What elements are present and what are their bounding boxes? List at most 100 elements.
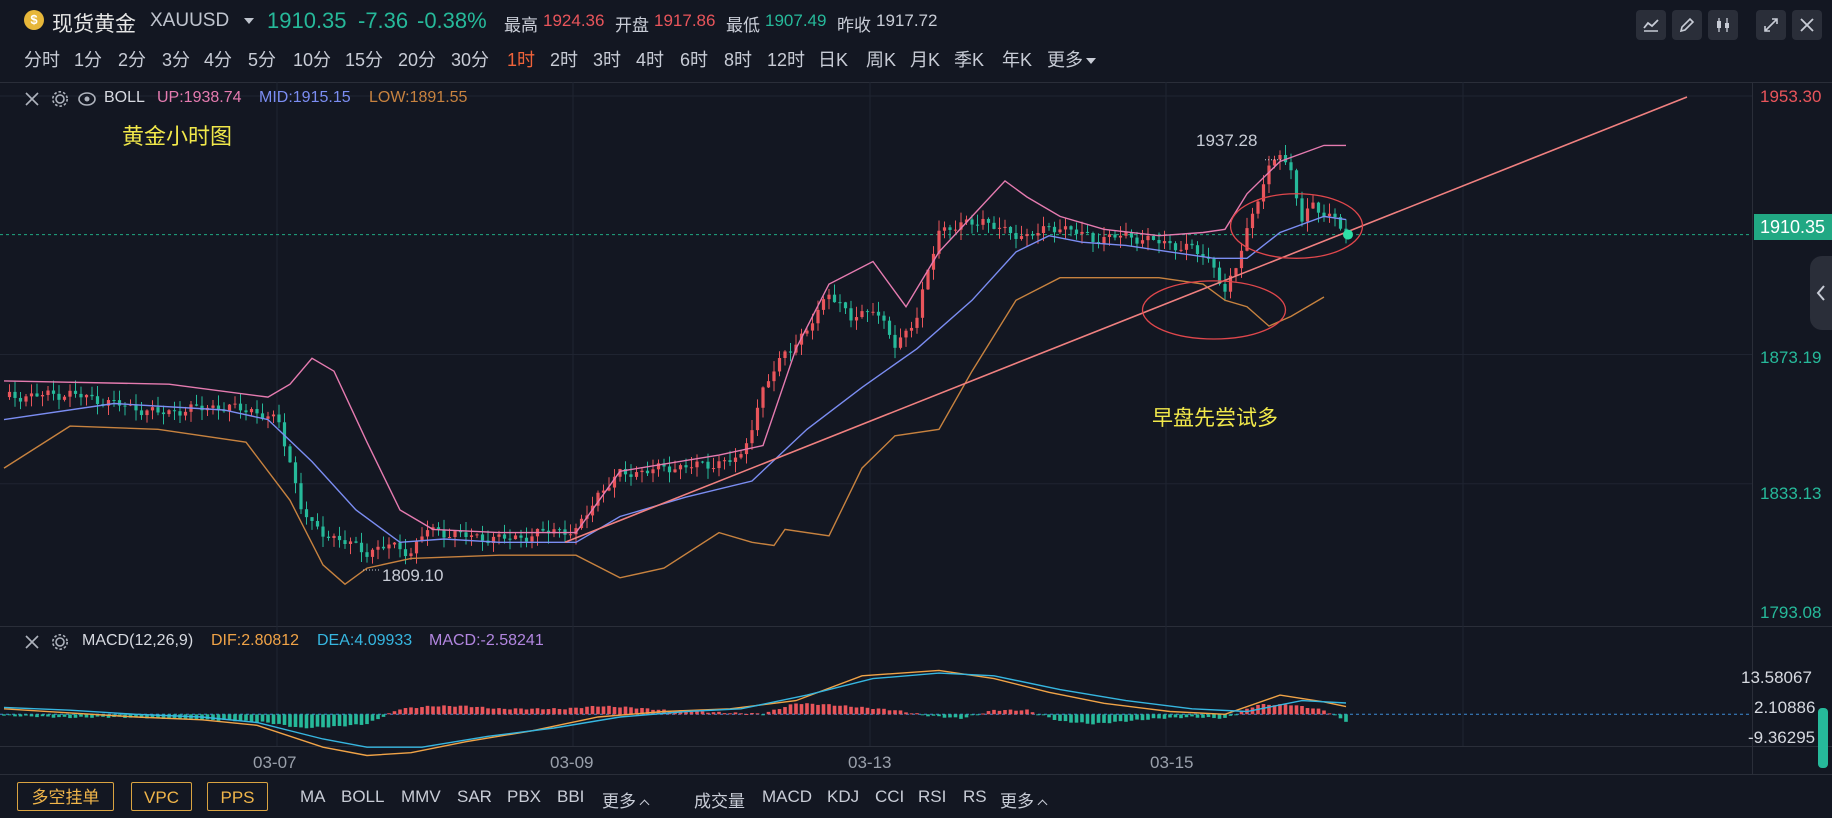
panel-border <box>0 746 1832 747</box>
boll-settings-gear-icon[interactable] <box>51 90 69 108</box>
macd-histogram-bar <box>546 709 551 715</box>
candle-body <box>299 483 303 510</box>
expand-button[interactable] <box>1756 10 1786 40</box>
macd-histogram-bar <box>744 713 749 715</box>
close-macd-icon[interactable] <box>24 634 40 650</box>
instrument-dropdown-icon[interactable] <box>244 18 254 24</box>
candle-body <box>414 541 419 554</box>
macd-axis-label: 13.58067 <box>1741 668 1812 687</box>
pps-button[interactable]: PPS <box>207 782 268 811</box>
macd-histogram-bar <box>689 711 694 715</box>
macd-histogram-bar <box>607 705 611 715</box>
period-tab-5[interactable]: 5分 <box>248 46 276 72</box>
candle-style-button[interactable] <box>1708 10 1738 40</box>
macd-histogram-bar <box>1190 714 1194 717</box>
macd-histogram-bar <box>854 707 859 715</box>
period-tab-10[interactable]: 1时 <box>507 46 535 72</box>
period-tab-20[interactable]: 季K <box>954 46 984 72</box>
close-chart-button[interactable] <box>1792 10 1822 40</box>
boll-visibility-eye-icon[interactable] <box>77 90 97 108</box>
period-tab-21[interactable]: 年K <box>1002 46 1032 72</box>
period-tab-3[interactable]: 3分 <box>162 46 190 72</box>
main-indicator-0[interactable]: MA <box>300 787 326 807</box>
period-tab-1[interactable]: 1分 <box>74 46 102 72</box>
period-tab-14[interactable]: 6时 <box>680 46 708 72</box>
macd-histogram-bar <box>332 714 336 727</box>
candle-body <box>156 407 160 413</box>
sub-indicator-label: 更多 <box>1000 792 1034 811</box>
macd-histogram-bar <box>876 708 881 715</box>
sub-indicator-2[interactable]: KDJ <box>827 787 859 807</box>
period-tab-19[interactable]: 月K <box>910 46 940 72</box>
side-panel-toggle[interactable] <box>1810 256 1832 330</box>
main-indicator-3[interactable]: SAR <box>457 787 492 807</box>
macd-histogram-bar <box>442 705 446 715</box>
main-indicator-4[interactable]: PBX <box>507 787 541 807</box>
period-tab-17[interactable]: 日K <box>818 46 848 72</box>
macd-histogram-bar <box>1107 714 1112 724</box>
macd-histogram-bar <box>1316 708 1321 715</box>
period-tab-0[interactable]: 分时 <box>24 46 60 72</box>
macd-histogram-bar <box>904 712 908 715</box>
sub-indicator-4[interactable]: RSI <box>918 787 946 807</box>
sub-indicator-1[interactable]: MACD <box>762 787 812 807</box>
main-indicator-label: PBX <box>507 787 542 806</box>
candle-body <box>1014 233 1018 239</box>
close-boll-icon[interactable] <box>24 91 40 107</box>
period-tab-8[interactable]: 20分 <box>398 46 436 72</box>
candle-body <box>1019 236 1024 239</box>
period-tab-6[interactable]: 10分 <box>293 46 331 72</box>
candle-body <box>1036 232 1040 236</box>
period-tab-11[interactable]: 2时 <box>550 46 578 72</box>
macd-histogram-bar <box>403 708 408 715</box>
candle-body <box>942 227 947 231</box>
candle-body <box>7 391 12 398</box>
candle-body <box>227 404 232 412</box>
current-price-marker <box>1343 229 1353 240</box>
sub-indicator-0[interactable]: 成交量 <box>694 787 745 812</box>
candle-body <box>667 466 672 473</box>
macd-indicator-name: MACD(12,26,9) <box>82 632 194 649</box>
macd-histogram-bar <box>519 708 523 715</box>
macd-histogram-bar <box>915 713 919 715</box>
main-indicator-5[interactable]: BBI <box>557 787 584 807</box>
period-tab-16[interactable]: 12时 <box>767 46 805 72</box>
sub-indicator-label: 成交量 <box>694 792 745 811</box>
candle-body <box>970 219 974 225</box>
prev-close-label: 昨收 <box>837 16 871 35</box>
sub-indicator-6[interactable]: 更多 <box>1000 787 1048 812</box>
main-indicator-1[interactable]: BOLL <box>341 787 384 807</box>
period-tab-4[interactable]: 4分 <box>204 46 232 72</box>
period-tab-22[interactable]: 更多 <box>1047 46 1096 72</box>
macd-histogram-bar <box>293 714 298 727</box>
vpc-button[interactable]: VPC <box>131 782 192 811</box>
indicator-settings-button[interactable] <box>1636 10 1666 40</box>
macd-histogram-bar <box>579 708 584 715</box>
macd-histogram-bar <box>992 709 996 715</box>
macd-histogram-bar <box>84 714 89 718</box>
chart-canvas[interactable] <box>0 0 1832 818</box>
period-tab-18[interactable]: 周K <box>866 46 896 72</box>
period-tab-15[interactable]: 8时 <box>724 46 752 72</box>
sub-indicator-5[interactable]: RS <box>963 787 987 807</box>
long-short-orders-button[interactable]: 多空挂单 <box>17 782 114 811</box>
instrument-code[interactable]: XAUUSD <box>150 10 229 32</box>
period-tab-2[interactable]: 2分 <box>118 46 146 72</box>
macd-histogram-bar <box>40 714 45 717</box>
candle-body <box>1069 226 1073 230</box>
period-tab-12[interactable]: 3时 <box>593 46 621 72</box>
period-tab-9[interactable]: 30分 <box>451 46 489 72</box>
candle-body <box>376 546 380 550</box>
period-tab-7[interactable]: 15分 <box>345 46 383 72</box>
sub-indicator-3[interactable]: CCI <box>875 787 904 807</box>
main-indicator-6[interactable]: 更多 <box>602 787 650 812</box>
candle-body <box>1107 234 1112 237</box>
macd-histogram-bar <box>370 714 375 721</box>
draw-button[interactable] <box>1672 10 1702 40</box>
candle-body <box>1080 231 1084 234</box>
main-indicator-2[interactable]: MMV <box>401 787 441 807</box>
candle-body <box>557 529 562 531</box>
macd-settings-gear-icon[interactable] <box>51 633 69 651</box>
period-tab-13[interactable]: 4时 <box>636 46 664 72</box>
instrument-name[interactable]: 现货黄金 <box>52 8 136 38</box>
